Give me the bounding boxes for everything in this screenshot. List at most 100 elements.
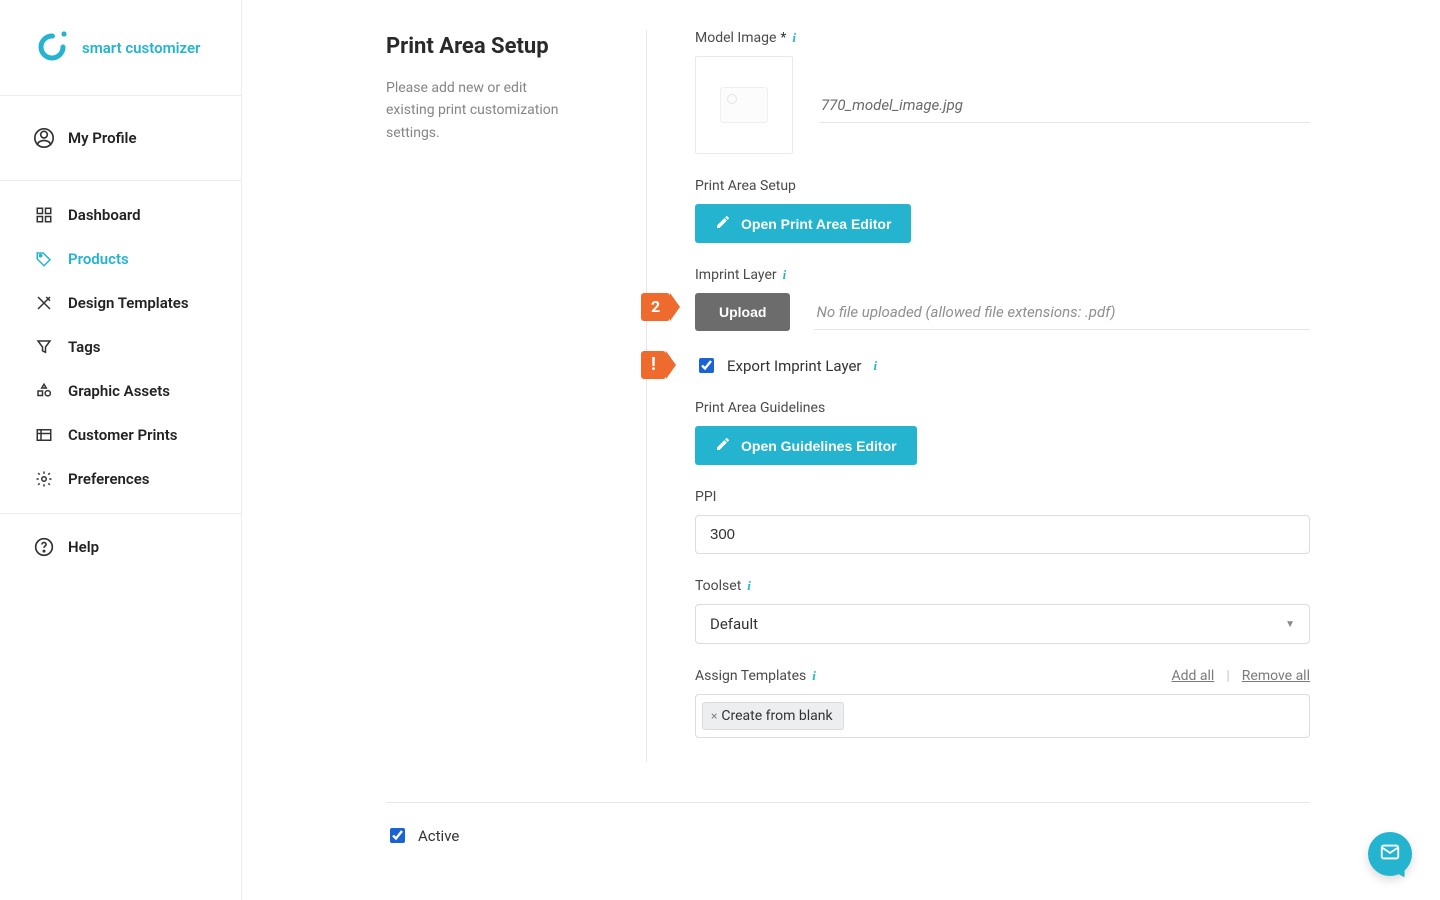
chip-remove-icon[interactable]: × bbox=[711, 709, 717, 723]
open-guidelines-editor-button[interactable]: Open Guidelines Editor bbox=[695, 426, 917, 465]
image-placeholder-icon bbox=[720, 87, 768, 123]
sidebar-item-label: Dashboard bbox=[68, 206, 141, 224]
sidebar-item-label: Help bbox=[68, 538, 99, 556]
sidebar-item-label: My Profile bbox=[68, 129, 137, 147]
remove-all-link[interactable]: Remove all bbox=[1242, 668, 1310, 684]
tag-arrow-icon bbox=[670, 293, 680, 321]
chat-fab[interactable] bbox=[1368, 832, 1412, 876]
field-guidelines: Print Area Guidelines Open Guidelines Ed… bbox=[695, 400, 1310, 465]
info-icon[interactable]: i bbox=[874, 358, 878, 374]
field-templates: Assign Templates i Add all | Remove all … bbox=[695, 668, 1310, 738]
brand: smart customizer bbox=[0, 0, 241, 96]
sidebar-item-graphic-assets[interactable]: Graphic Assets bbox=[0, 369, 241, 413]
nav-profile-section: My Profile bbox=[0, 96, 241, 181]
label-text: Model Image bbox=[695, 30, 776, 46]
sidebar-item-label: Customer Prints bbox=[68, 426, 178, 444]
label-text: Assign Templates bbox=[695, 668, 806, 684]
label-text: Toolset bbox=[695, 578, 741, 594]
required-star: * bbox=[780, 30, 786, 46]
active-row[interactable]: Active bbox=[386, 825, 459, 846]
field-label: Print Area Guidelines bbox=[695, 400, 1310, 416]
brand-name: smart customizer bbox=[82, 39, 200, 57]
export-imprint-checkbox[interactable] bbox=[699, 358, 714, 373]
chevron-down-icon: ▼ bbox=[1285, 619, 1295, 630]
prints-icon bbox=[34, 426, 54, 444]
sidebar-item-customer-prints[interactable]: Customer Prints bbox=[0, 413, 241, 457]
model-image-thumbnail[interactable] bbox=[695, 56, 793, 154]
info-icon[interactable]: i bbox=[783, 267, 787, 283]
help-icon bbox=[34, 537, 54, 557]
field-toolset: Toolset i Default ▼ bbox=[695, 578, 1310, 644]
gear-icon bbox=[34, 470, 54, 488]
sidebar-item-products[interactable]: Products bbox=[0, 237, 241, 281]
label-text: PPI bbox=[695, 489, 716, 505]
field-label: PPI bbox=[695, 489, 1310, 505]
model-image-filename: 770_model_image.jpg bbox=[819, 88, 1310, 123]
info-icon[interactable]: i bbox=[792, 30, 796, 46]
upload-hint: No file uploaded (allowed file extension… bbox=[814, 295, 1310, 330]
label-text: Print Area Guidelines bbox=[695, 400, 825, 416]
nav-main-section: Dashboard Products Design Templates bbox=[0, 181, 241, 514]
tag-icon bbox=[34, 250, 54, 268]
field-label: Model Image * i bbox=[695, 30, 1310, 46]
step-tag-bang: ! bbox=[641, 351, 676, 379]
page-description: Please add new or edit existing print cu… bbox=[386, 77, 566, 144]
assets-icon bbox=[34, 382, 54, 400]
button-label: Open Print Area Editor bbox=[741, 216, 891, 232]
field-model-image: Model Image * i 770_model_image.jpg bbox=[695, 30, 1310, 154]
templates-input[interactable]: × Create from blank bbox=[695, 694, 1310, 738]
field-label: Print Area Setup bbox=[695, 178, 1310, 194]
template-links: Add all | Remove all bbox=[1172, 668, 1310, 684]
open-print-area-editor-button[interactable]: Open Print Area Editor bbox=[695, 204, 911, 243]
sidebar-item-design-templates[interactable]: Design Templates bbox=[0, 281, 241, 325]
sidebar-item-dashboard[interactable]: Dashboard bbox=[0, 193, 241, 237]
design-icon bbox=[34, 294, 54, 312]
sidebar-item-tags[interactable]: Tags bbox=[0, 325, 241, 369]
pencil-icon bbox=[715, 214, 731, 233]
toolset-select[interactable]: Default ▼ bbox=[695, 604, 1310, 644]
form-panel: Model Image * i 770_model_image.jpg Prin… bbox=[646, 30, 1310, 762]
sidebar-item-label: Graphic Assets bbox=[68, 382, 170, 400]
checkbox-label: Export Imprint Layer bbox=[727, 357, 862, 375]
field-print-area: Print Area Setup Open Print Area Editor bbox=[695, 178, 1310, 243]
brand-logo-icon bbox=[34, 28, 70, 68]
upload-button[interactable]: Upload bbox=[695, 293, 790, 331]
page-title: Print Area Setup bbox=[386, 34, 626, 59]
field-label: Toolset i bbox=[695, 578, 1310, 594]
sidebar-item-preferences[interactable]: Preferences bbox=[0, 457, 241, 501]
button-label: Open Guidelines Editor bbox=[741, 438, 897, 454]
ppi-input[interactable] bbox=[695, 515, 1310, 554]
info-icon[interactable]: i bbox=[812, 668, 816, 684]
button-label: Upload bbox=[719, 304, 766, 320]
add-all-link[interactable]: Add all bbox=[1172, 668, 1215, 684]
sidebar-item-profile[interactable]: My Profile bbox=[0, 96, 241, 180]
sidebar-item-help[interactable]: Help bbox=[0, 514, 241, 580]
user-icon bbox=[34, 128, 54, 148]
field-export-imprint: ! Export Imprint Layer i bbox=[695, 355, 1310, 376]
template-chip[interactable]: × Create from blank bbox=[702, 702, 844, 730]
step-tag-label: 2 bbox=[641, 293, 670, 321]
checkbox-label: Active bbox=[418, 827, 459, 845]
mail-icon bbox=[1379, 841, 1401, 867]
chip-label: Create from blank bbox=[721, 708, 832, 724]
main-panel: Print Area Setup Please add new or edit … bbox=[242, 0, 1440, 900]
sidebar-item-label: Products bbox=[68, 250, 129, 268]
label-text: Print Area Setup bbox=[695, 178, 796, 194]
sidebar-item-label: Tags bbox=[68, 338, 101, 356]
funnel-icon bbox=[34, 338, 54, 356]
sidebar: smart customizer My Profile Dashboard bbox=[0, 0, 242, 900]
field-imprint-layer: Imprint Layer i 2 Upload No file uploade… bbox=[695, 267, 1310, 331]
footer-row: Active bbox=[386, 802, 1310, 846]
active-checkbox[interactable] bbox=[390, 828, 405, 843]
separator: | bbox=[1226, 668, 1229, 684]
tag-arrow-icon bbox=[666, 351, 676, 379]
field-ppi: PPI bbox=[695, 489, 1310, 554]
page-header-col: Print Area Setup Please add new or edit … bbox=[386, 30, 646, 158]
select-value: Default bbox=[710, 615, 758, 633]
export-imprint-row[interactable]: Export Imprint Layer i bbox=[695, 355, 1310, 376]
dashboard-icon bbox=[34, 206, 54, 224]
step-tag-2: 2 bbox=[641, 293, 680, 321]
sidebar-item-label: Design Templates bbox=[68, 294, 189, 312]
sidebar-item-label: Preferences bbox=[68, 470, 150, 488]
info-icon[interactable]: i bbox=[747, 578, 751, 594]
